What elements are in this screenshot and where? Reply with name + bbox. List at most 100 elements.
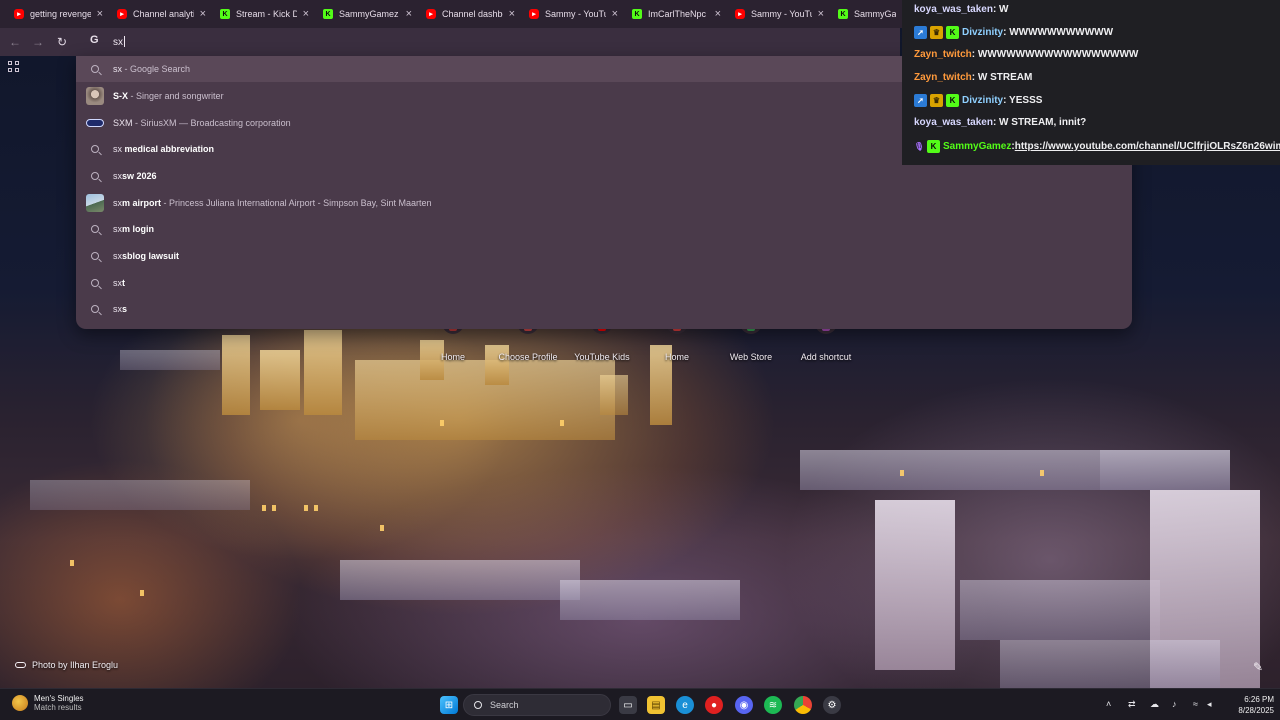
app-settings-icon[interactable]: ⚙ (823, 696, 841, 714)
search-icon (91, 305, 99, 313)
tab-title: Channel analytics (133, 9, 194, 19)
chat-username[interactable]: koya_was_taken (914, 4, 993, 15)
kick-icon: K (838, 9, 848, 19)
chat-message: Zayn_twitch: WWWWWWWWWWWWWWWWW (914, 49, 1138, 60)
search-icon (474, 701, 482, 709)
text-caret (124, 36, 125, 47)
singer-thumbnail (86, 87, 104, 105)
close-icon[interactable]: × (97, 8, 103, 20)
microphone-icon[interactable]: ♪ (1172, 699, 1177, 709)
tab-channel-analytics[interactable]: ▸ Channel analytics × (111, 3, 212, 25)
back-arrow-icon[interactable]: ← (7, 34, 23, 50)
forward-arrow-icon[interactable]: → (30, 34, 46, 50)
kick-badge-icon: K (946, 94, 959, 107)
chat-username[interactable]: Zayn_twitch (914, 72, 972, 83)
close-icon[interactable]: × (303, 8, 309, 20)
close-icon[interactable]: × (406, 8, 412, 20)
omnibox-input[interactable]: sx (113, 36, 125, 48)
airport-thumbnail (86, 194, 104, 212)
news-widget[interactable]: Men's Singles Match results (12, 694, 84, 712)
spotify-icon[interactable]: ≋ (764, 696, 782, 714)
close-icon[interactable]: × (715, 8, 721, 20)
widget-title: Men's Singles (34, 694, 84, 703)
suggestion-item[interactable]: sxm login (76, 216, 1132, 242)
close-icon[interactable]: × (509, 8, 515, 20)
widget-subtitle: Match results (34, 703, 82, 712)
close-icon[interactable]: × (612, 8, 618, 20)
close-icon[interactable]: × (818, 8, 824, 20)
suggestion-item[interactable]: sxs (76, 296, 1132, 322)
shortcut-label: YouTube Kids (574, 352, 630, 362)
chat-username[interactable]: Zayn_twitch (914, 49, 972, 60)
youtube-icon: ▸ (529, 9, 539, 19)
chat-username[interactable]: Divzinity (962, 95, 1003, 106)
tab-channel-dashboard[interactable]: ▸ Channel dashboard × (420, 3, 521, 25)
clock-date: 8/28/2025 (1238, 706, 1274, 715)
sync-icon[interactable]: ⇄ (1128, 699, 1136, 710)
chat-text: : W STREAM, innit? (992, 117, 1087, 128)
tab-title: Sammy - YouTube (545, 9, 606, 19)
tab-title: SammyGamez (854, 9, 896, 19)
chat-link[interactable]: https://www.youtube.com/channel/UClfrjiO… (1015, 141, 1280, 152)
shortcut-label: Web Store (729, 352, 773, 362)
shortcut-label: Home (440, 352, 465, 362)
windows-taskbar: Men's Singles Match results ⊞ Search ▭ ▤… (0, 688, 1280, 720)
tab-title: Stream - Kick D (236, 9, 297, 19)
chat-text: : WWWWWWWWWWW (1003, 27, 1114, 38)
suggestion-item[interactable]: sxsblog lawsuit (76, 243, 1132, 269)
kick-badge-icon: K (946, 26, 959, 39)
clock-time: 6:26 PM (1244, 695, 1274, 704)
customize-pencil-icon[interactable]: ✎ (1253, 660, 1263, 674)
suggestion-item[interactable]: sxt (76, 270, 1132, 296)
suggestion-item[interactable]: sxsw 2026 (76, 163, 1132, 189)
tab-sammygamez-2[interactable]: K SammyGamez (832, 3, 902, 25)
shortcut-label: Add shortcut (800, 352, 852, 362)
chat-username[interactable]: SammyGamez (943, 141, 1011, 152)
arrow-badge-icon: ➚ (914, 26, 927, 39)
tab-title: Channel dashboard (442, 9, 503, 19)
taskbar-search-box[interactable]: Search (463, 694, 611, 716)
browser-toolbar (0, 28, 900, 56)
kick-icon: K (632, 9, 642, 19)
chat-username[interactable]: Divzinity (962, 27, 1003, 38)
volume-icon[interactable]: ◂ (1207, 699, 1212, 710)
tab-sammy-youtube-1[interactable]: ▸ Sammy - YouTube × (523, 3, 624, 25)
discord-icon[interactable]: ◉ (735, 696, 753, 714)
edge-icon[interactable]: e (676, 696, 694, 714)
shortcut-label: Home (664, 352, 689, 362)
chat-message: 🎙 K SammyGamez: https://www.youtube.com/c… (914, 140, 1280, 153)
photo-credit[interactable]: Photo by Ilhan Eroglu (15, 660, 118, 670)
tab-sammygamez-1[interactable]: K SammyGamez × (317, 3, 418, 25)
task-view-icon[interactable]: ▭ (619, 696, 637, 714)
search-icon (91, 252, 99, 260)
suggestion-item[interactable]: sxm airport - Princess Juliana Internati… (76, 190, 1132, 216)
reload-icon[interactable]: ↻ (54, 34, 70, 50)
system-clock[interactable]: 6:26 PM 8/28/2025 (1222, 694, 1274, 716)
youtube-icon: ▸ (735, 9, 745, 19)
file-explorer-icon[interactable]: ▤ (647, 696, 665, 714)
tab-title: getting revenge (30, 9, 91, 19)
search-icon (91, 172, 99, 180)
record-app-icon[interactable]: ● (705, 696, 723, 714)
tab-getting-revenge[interactable]: ▸ getting revenge × (8, 3, 109, 25)
tab-sammy-youtube-2[interactable]: ▸ Sammy - YouTube × (729, 3, 830, 25)
cloud-icon[interactable]: ☁ (1150, 699, 1159, 710)
search-icon (91, 65, 99, 73)
tab-imcarlthenpc[interactable]: K ImCarlTheNpc × (626, 3, 727, 25)
chat-text: : YESSS (1003, 95, 1043, 106)
chrome-icon[interactable] (794, 696, 812, 714)
chevron-up-icon[interactable]: ˄ (1106, 699, 1111, 709)
tab-stream-kick[interactable]: K Stream - Kick D × (214, 3, 315, 25)
windows-start-icon[interactable]: ⊞ (440, 696, 458, 714)
chat-message: ➚ ♛ K Divzinity: YESSS (914, 94, 1042, 107)
apps-grid-icon[interactable] (8, 61, 19, 72)
chat-message: ➚ ♛ K Divzinity: WWWWWWWWWWW (914, 26, 1113, 39)
chat-username[interactable]: koya_was_taken (914, 117, 993, 128)
search-icon (91, 279, 99, 287)
crown-badge-icon: ♛ (930, 26, 943, 39)
google-g-icon: G (90, 34, 99, 46)
wifi-icon[interactable]: ≈ (1193, 699, 1198, 709)
close-icon[interactable]: × (200, 8, 206, 20)
chat-message: koya_was_taken: W STREAM, innit? (914, 117, 1086, 128)
tab-title: SammyGamez (339, 9, 399, 19)
